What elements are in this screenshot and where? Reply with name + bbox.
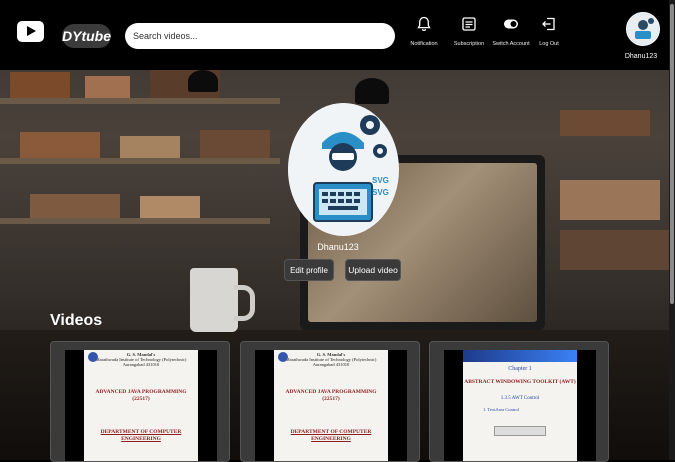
avatar-text: SVG [372, 188, 389, 197]
college-logo-icon [88, 352, 98, 362]
top-navbar: DYtube Notification Subscription Switch … [0, 0, 669, 70]
nav-label: Subscription [453, 41, 485, 47]
toggle-icon [504, 19, 518, 29]
nav-label: Notification [410, 41, 438, 47]
home-play-icon[interactable] [17, 21, 44, 42]
search-input[interactable] [125, 23, 395, 49]
upload-video-button[interactable]: Upload video [345, 259, 401, 281]
channel-name: Dhanu123 [317, 242, 359, 252]
logout-icon [542, 17, 555, 31]
scrollbar[interactable] [669, 0, 675, 460]
brand-logo[interactable]: DYtube [62, 24, 111, 48]
scrollbar-thumb[interactable] [670, 4, 674, 304]
edit-profile-button[interactable]: Edit profile [284, 259, 334, 281]
video-card[interactable]: G. S. Mandal's Marathwada Institute of T… [240, 341, 420, 462]
thumb-dept: DEPARTMENT OF COMPUTER ENGINEERING [100, 429, 182, 442]
nav-notification[interactable]: Notification [402, 16, 446, 48]
thumb-dept: DEPARTMENT OF COMPUTER ENGINEERING [290, 429, 372, 442]
avatar-text: SVG [372, 176, 389, 185]
video-card[interactable]: Chapter 1 ABSTRACT WINDOWING TOOLKIT (AW… [429, 341, 609, 462]
video-thumbnail[interactable]: G. S. Mandal's Marathwada Institute of T… [65, 350, 217, 461]
thumb-topic: ABSTRACT WINDOWING TOOLKIT (AWT) [464, 379, 576, 385]
bell-icon [417, 16, 431, 32]
thumb-course: ADVANCED JAVA PROGRAMMING (22517) [95, 389, 187, 402]
thumb-course: ADVANCED JAVA PROGRAMMING (22517) [285, 389, 377, 402]
thumb-chapter: Chapter 1 [508, 366, 532, 372]
nav-subscription[interactable]: Subscription [447, 16, 491, 48]
thumb-item: 1. TextArea Control [483, 407, 519, 412]
subscription-icon [462, 17, 476, 31]
developer-avatar-icon [628, 14, 658, 44]
college-logo-icon [278, 352, 288, 362]
thumb-text: G. S. Mandal's Marathwada Institute of T… [95, 352, 187, 367]
avatar[interactable] [626, 12, 660, 46]
video-thumbnail[interactable]: Chapter 1 ABSTRACT WINDOWING TOOLKIT (AW… [444, 350, 596, 461]
channel-avatar: SVG SVG [288, 103, 399, 236]
nav-label: Log Out [539, 41, 559, 47]
header-username: Dhanu123 [624, 53, 658, 60]
nav-logout[interactable]: Log Out [527, 16, 571, 48]
videos-heading: Videos [50, 312, 103, 329]
thumb-text: G. S. Mandal's Marathwada Institute of T… [285, 352, 377, 367]
video-thumbnail[interactable]: G. S. Mandal's Marathwada Institute of T… [255, 350, 407, 461]
developer-avatar-icon: SVG SVG [288, 103, 398, 235]
thumb-section: 1.3.5 AWT Control [500, 396, 540, 401]
video-card[interactable]: G. S. Mandal's Marathwada Institute of T… [50, 341, 230, 462]
